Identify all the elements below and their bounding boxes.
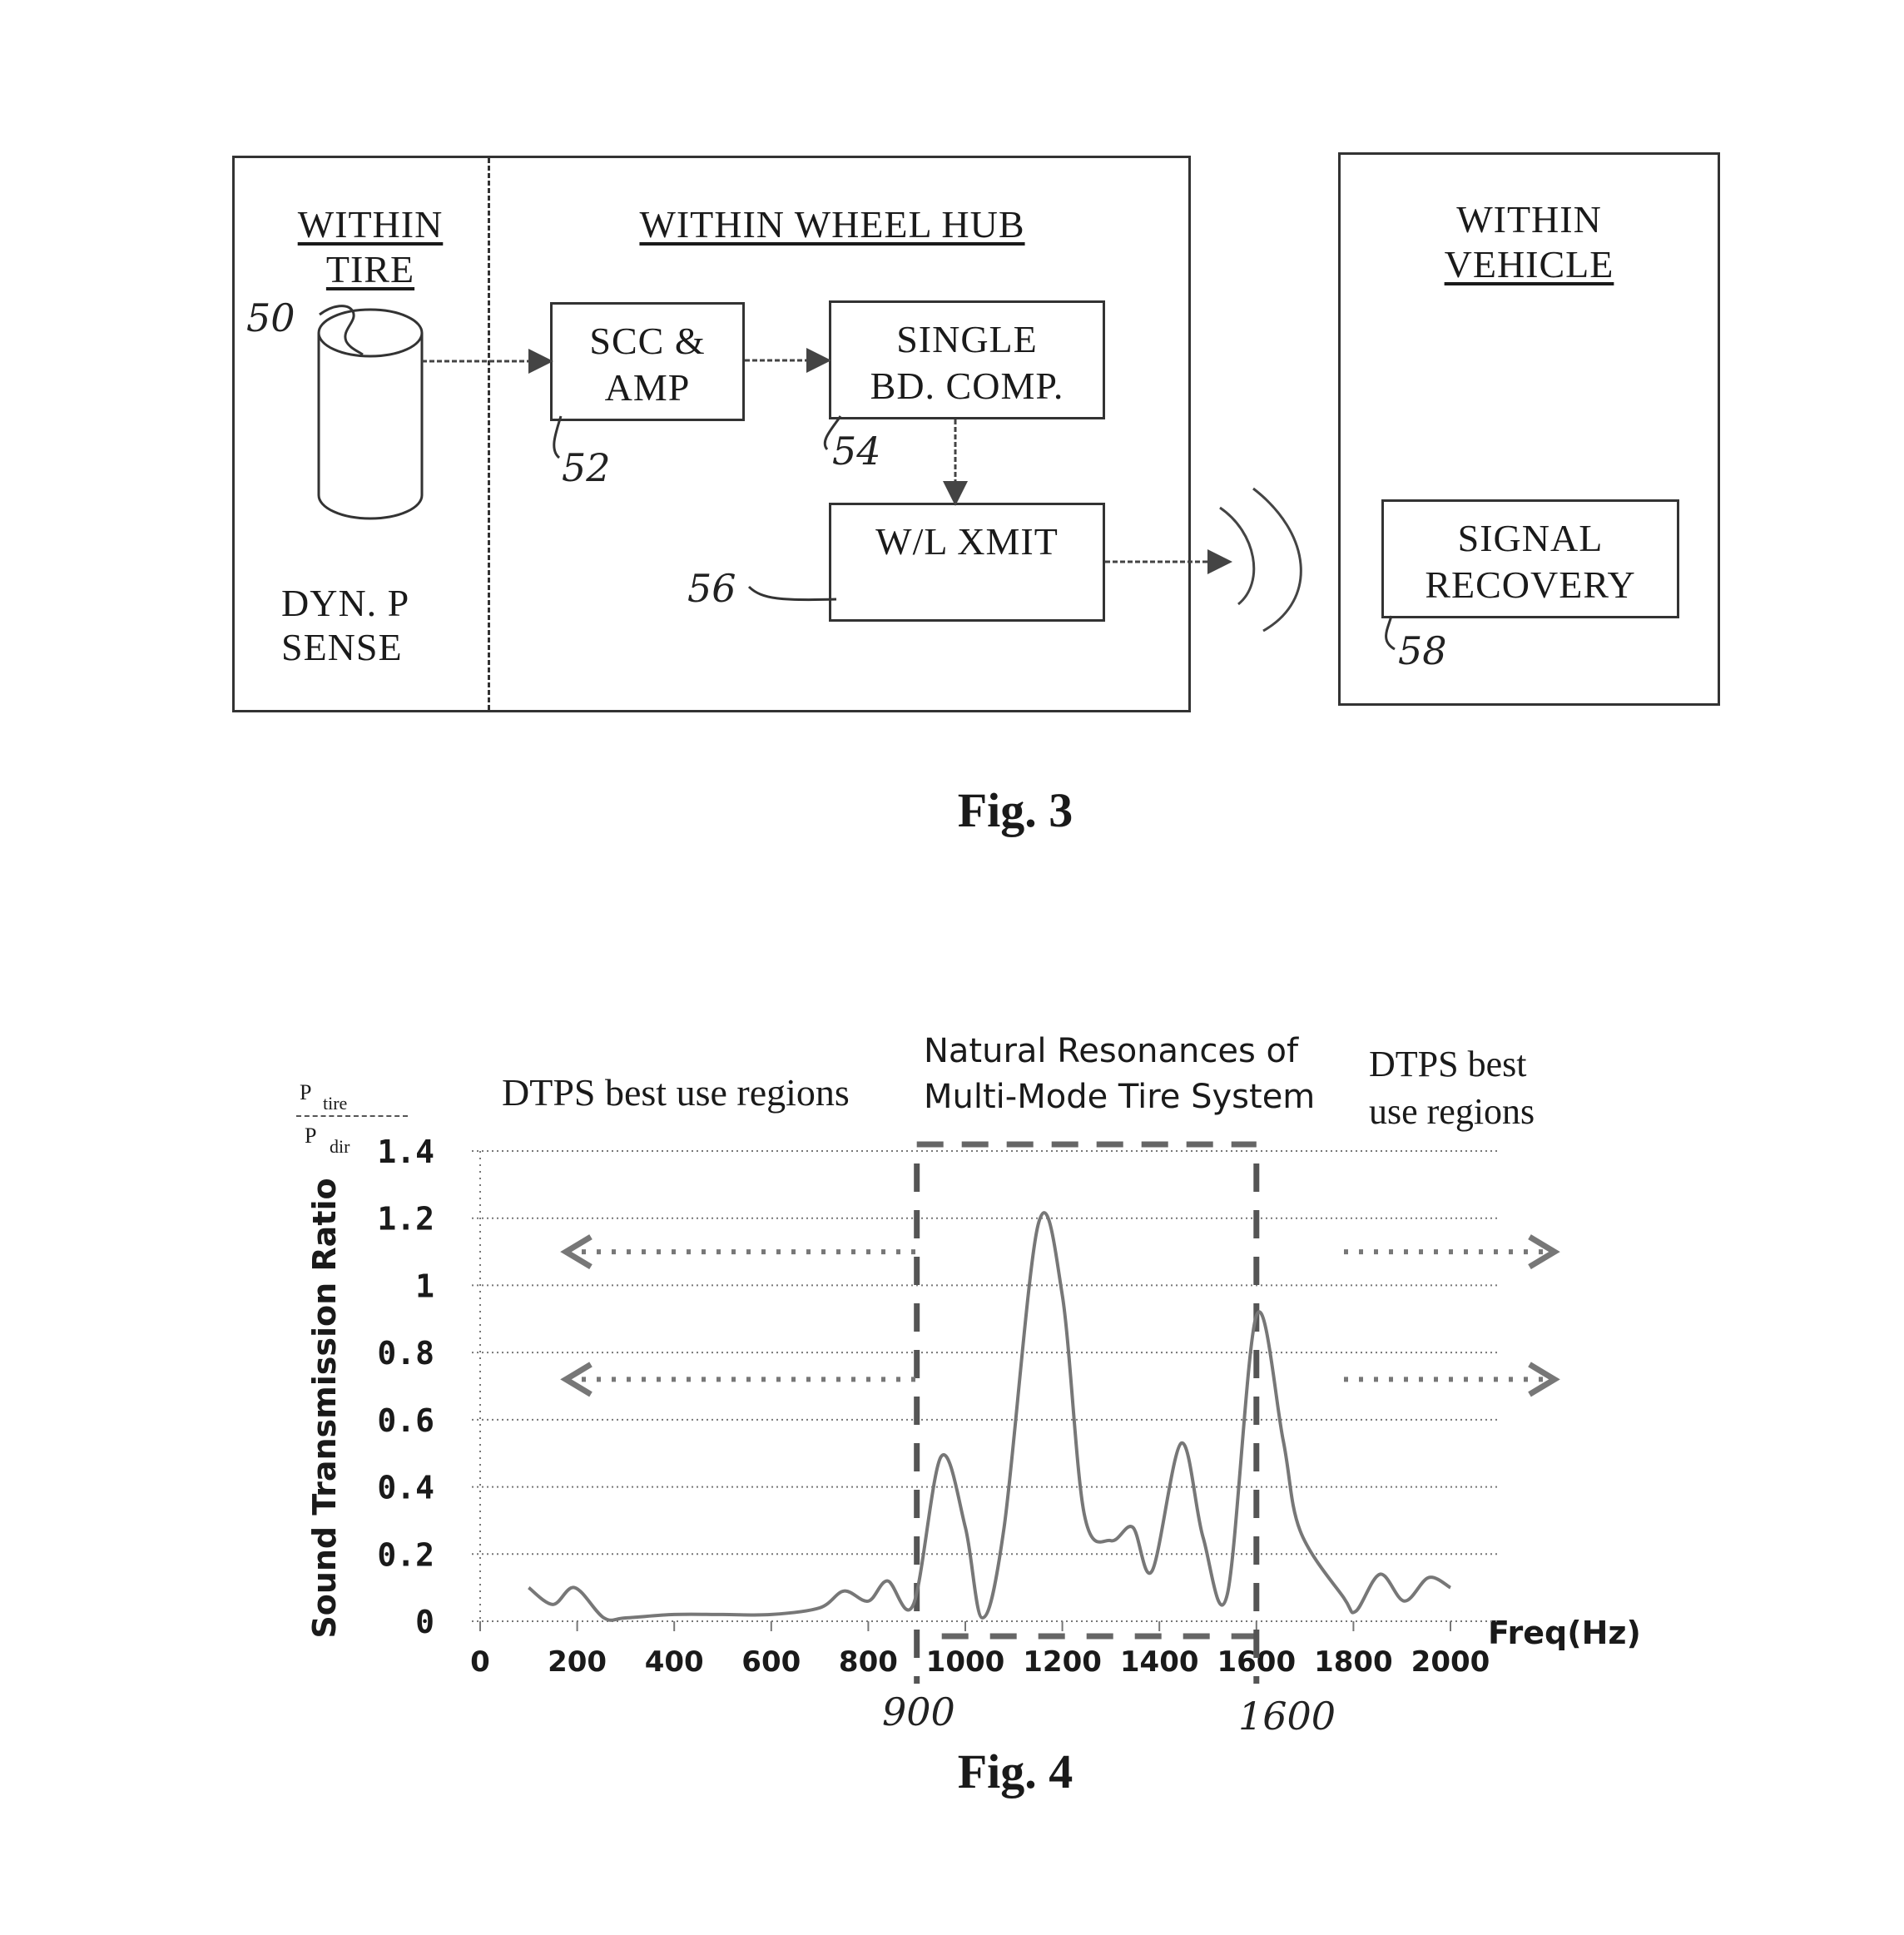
y-tick-label: 1.2 — [377, 1201, 434, 1238]
x-tick-label: 600 — [741, 1645, 801, 1679]
series-line — [528, 1211, 1452, 1622]
y-tick-label: 0.2 — [377, 1536, 434, 1573]
region-arrow-left-head — [560, 1362, 593, 1397]
x-tick-label: 1800 — [1314, 1645, 1393, 1679]
marker-label-900: 900 — [882, 1689, 955, 1734]
x-tick-label: 200 — [548, 1645, 607, 1679]
y-tick-label: 0.4 — [377, 1470, 434, 1506]
x-tick-label: 1000 — [926, 1645, 1005, 1679]
x-tick-label: 800 — [839, 1645, 898, 1679]
y-tick-label: 0 — [415, 1604, 434, 1640]
y-tick-label: 1.4 — [377, 1134, 434, 1170]
region-arrow-left-head — [560, 1234, 593, 1270]
x-tick-label: 400 — [645, 1645, 704, 1679]
fig4-caption: Fig. 4 — [957, 1744, 1073, 1799]
x-tick-label: 0 — [470, 1645, 490, 1679]
x-tick-label: 1200 — [1023, 1645, 1102, 1679]
y-tick-label: 0.6 — [377, 1402, 434, 1439]
x-tick-label: 2000 — [1411, 1645, 1490, 1679]
chart-plot-area: 0 0.2 0.4 0.6 0.8 1 1.2 1.4 0 200 400 600 800 1000 120… — [377, 1134, 1560, 1684]
y-tick-label: 0.8 — [377, 1335, 434, 1372]
x-tick-label: 1400 — [1120, 1645, 1199, 1679]
y-tick-label: 1 — [415, 1268, 434, 1304]
marker-label-1600: 1600 — [1238, 1694, 1336, 1739]
